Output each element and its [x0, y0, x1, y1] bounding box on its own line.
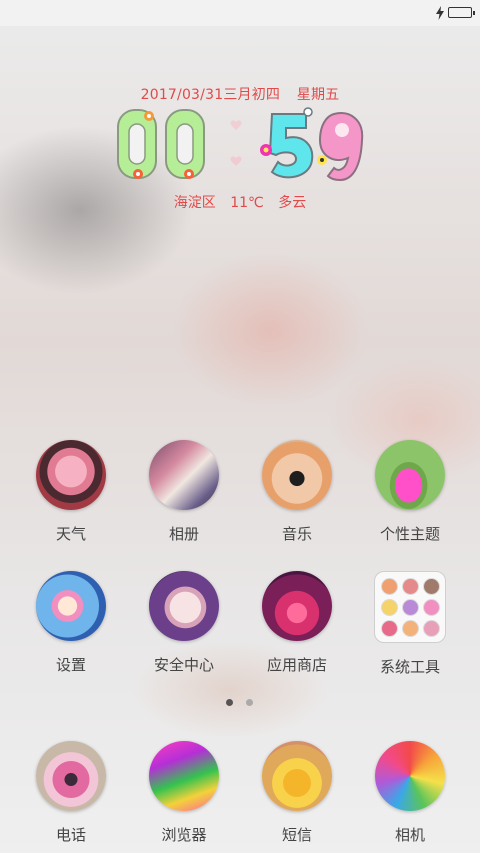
condition-text: 多云 [278, 195, 307, 211]
app-system-tools-folder[interactable]: 系统工具 [362, 571, 458, 677]
app-security-center[interactable]: 安全中心 [136, 571, 232, 675]
app-messages[interactable]: 短信 [249, 741, 345, 845]
app-label: 个性主题 [379, 525, 440, 543]
app-label: 相机 [394, 826, 425, 844]
app-weather[interactable]: 天气 [23, 440, 119, 544]
page-dot[interactable] [246, 699, 253, 706]
app-label: 天气 [55, 525, 86, 543]
lollipops-icon [375, 741, 445, 811]
app-music[interactable]: 音乐 [249, 440, 345, 544]
app-camera[interactable]: 相机 [362, 741, 458, 845]
app-label: 音乐 [281, 525, 312, 543]
temperature-text: 11℃ [230, 195, 264, 211]
app-label: 浏览器 [161, 826, 207, 844]
sneakers-photo-icon [149, 440, 219, 510]
app-label: 应用商店 [266, 656, 327, 674]
app-gallery[interactable]: 相册 [136, 440, 232, 544]
weather-line: 海淀区 11℃ 多云 [0, 192, 480, 212]
pink-bear-icon [36, 440, 106, 510]
status-bar [0, 0, 480, 26]
app-label: 短信 [281, 826, 312, 844]
hour-digits [117, 109, 205, 179]
app-browser[interactable]: 浏览器 [136, 741, 232, 845]
nail-art-icon [262, 440, 332, 510]
bracelets-icon [149, 741, 219, 811]
page-indicator[interactable] [224, 699, 256, 709]
date-line: 2017/03/31三月初四 星期五 [0, 84, 480, 104]
app-label: 安全中心 [153, 656, 214, 674]
app-settings[interactable]: 设置 [23, 571, 119, 675]
weekday-text: 星期五 [296, 87, 340, 103]
heart-cookie-icon [149, 571, 219, 641]
location-text: 海淀区 [173, 195, 216, 211]
date-text: 2017/03/31 [140, 87, 224, 103]
minute-digits [260, 107, 364, 182]
pink-heels-icon [375, 440, 445, 510]
heart-bokeh-icon [262, 571, 332, 641]
charging-icon [436, 6, 444, 20]
app-label: 电话 [55, 826, 86, 844]
page-dot-active[interactable] [226, 699, 233, 706]
app-label: 设置 [55, 656, 86, 674]
app-themes[interactable]: 个性主题 [362, 440, 458, 544]
lunar-date-text: 三月初四 [223, 87, 281, 103]
clock-display [117, 107, 364, 182]
app-phone[interactable]: 电话 [23, 741, 119, 845]
battery-icon [448, 7, 475, 18]
app-label: 系统工具 [379, 658, 440, 676]
clock-colon [230, 120, 242, 166]
nail-polish-icon [262, 741, 332, 811]
bottle-photo-icon [36, 571, 106, 641]
folder-icon [374, 571, 446, 643]
app-label: 相册 [168, 525, 199, 543]
app-store[interactable]: 应用商店 [249, 571, 345, 675]
flower-brooch-icon [36, 741, 106, 811]
